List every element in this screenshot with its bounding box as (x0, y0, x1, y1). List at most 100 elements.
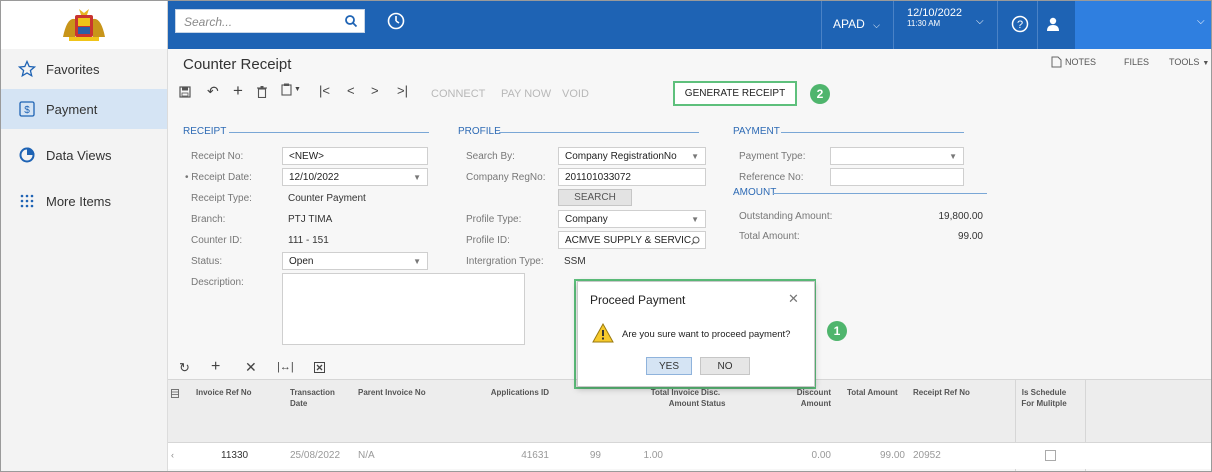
column-header[interactable]: Total Invoice Amount (631, 387, 699, 409)
app-window: Search... APAD ⌵ 12/10/2022 11:30 AM ⌵ ?… (0, 0, 1212, 472)
status-label: Status: (191, 256, 223, 267)
no-button[interactable]: NO (700, 357, 750, 375)
reference-no-field[interactable] (830, 168, 964, 186)
branch-label: Branch: (191, 214, 226, 225)
delete-row-icon[interactable]: ✕ (245, 359, 257, 376)
receipt-ref-cell[interactable]: 20952 (913, 450, 941, 461)
generate-receipt-button[interactable]: GENERATE RECEIPT (673, 81, 797, 106)
pay-now-button[interactable]: PAY NOW (501, 88, 551, 100)
column-header[interactable]: Is Schedule For Mulitple (1019, 387, 1069, 409)
payment-icon: $ (18, 100, 36, 118)
row-indicator-icon: ‹ (171, 450, 174, 460)
outstanding-amount-value: 19,800.00 (938, 211, 984, 222)
company-regno-field[interactable]: 201101033072 (558, 168, 706, 186)
parent-invoice-cell[interactable]: N/A (358, 450, 375, 461)
unit-cell[interactable]: 99 (581, 450, 601, 461)
sidebar-item-favorites[interactable]: Favorites (1, 49, 167, 89)
pie-chart-icon (18, 146, 36, 164)
previous-record-icon[interactable]: < (347, 83, 355, 98)
applications-id-cell[interactable]: 41631 (519, 450, 549, 461)
column-header[interactable]: Total Amount (847, 387, 898, 398)
column-header[interactable]: Discount Amount (787, 387, 831, 409)
column-header[interactable]: Receipt Ref No (913, 387, 970, 398)
company-regno-label: Company RegNo: (466, 172, 546, 183)
column-header[interactable]: Parent Invoice No (358, 387, 426, 398)
save-icon[interactable] (179, 86, 191, 98)
discount-amount-cell[interactable]: 0.00 (806, 450, 831, 461)
total-invoice-amount-cell[interactable]: 1.00 (637, 450, 663, 461)
chevron-down-icon[interactable]: ⌵ (1197, 16, 1205, 27)
column-header[interactable]: Applications ID (479, 387, 549, 398)
search-input[interactable]: Search... (175, 9, 365, 33)
sidebar-item-payment[interactable]: $ Payment (1, 89, 167, 129)
tools-menu[interactable]: TOOLS ▼ (1169, 57, 1209, 67)
add-row-icon[interactable]: + (211, 358, 220, 376)
search-placeholder: Search... (184, 15, 233, 29)
receipt-no-label: Receipt No: (191, 151, 244, 162)
receipt-type-label: Receipt Type: (191, 193, 252, 204)
search-by-label: Search By: (466, 151, 515, 162)
help-icon[interactable]: ? (1011, 15, 1029, 33)
refresh-icon[interactable]: ↻ (179, 360, 190, 376)
last-record-icon[interactable]: >| (397, 83, 408, 98)
fit-columns-icon[interactable]: |↔| (277, 361, 294, 373)
undo-icon[interactable]: ↶ (207, 83, 219, 100)
sidebar-item-label: Favorites (46, 61, 100, 77)
connect-button[interactable]: CONNECT (431, 88, 485, 100)
copy-paste-menu[interactable]: ▼ (281, 83, 301, 96)
company-selector[interactable]: APAD ⌵ (833, 17, 880, 31)
first-record-icon[interactable]: |< (319, 83, 330, 98)
counter-id-value: 111 - 151 (288, 235, 329, 246)
notes-label: NOTES (1065, 57, 1097, 67)
files-link[interactable]: FILES (1124, 57, 1149, 67)
caret-down-icon: ▼ (949, 152, 957, 161)
integration-type-value: SSM (564, 256, 586, 267)
column-header[interactable]: Invoice Ref No (196, 387, 252, 398)
notes-link[interactable]: NOTES (1051, 56, 1096, 68)
date-selector[interactable]: 12/10/2022 11:30 AM (907, 7, 962, 28)
svg-text:$: $ (24, 105, 30, 116)
transaction-date-cell[interactable]: 25/08/2022 (290, 450, 340, 461)
chevron-down-icon[interactable]: ⌵ (976, 16, 984, 27)
receipt-type-value: Counter Payment (288, 193, 366, 204)
dialog-close-icon[interactable]: ✕ (788, 291, 799, 307)
status-field[interactable]: Open ▼ (282, 252, 428, 270)
total-amount-cell[interactable]: 99.00 (871, 450, 905, 461)
column-header[interactable]: Transaction Date (290, 387, 344, 409)
yes-button[interactable]: YES (646, 357, 692, 375)
lookup-search-icon[interactable] (691, 236, 700, 245)
business-time: 11:30 AM (907, 19, 941, 28)
search-by-field[interactable]: Company RegistrationNo ▼ (558, 147, 706, 165)
profile-id-field[interactable]: ACMVE SUPPLY & SERVIC (558, 231, 706, 249)
search-button[interactable]: SEARCH (558, 189, 632, 206)
user-icon[interactable] (1045, 16, 1061, 32)
counter-id-label: Counter ID: (191, 235, 243, 246)
receipt-date-field[interactable]: 12/10/2022 ▼ (282, 168, 428, 186)
schedule-checkbox[interactable] (1045, 450, 1056, 461)
profile-section-header: PROFILE (458, 126, 501, 137)
page-title: Counter Receipt (183, 56, 292, 73)
void-button[interactable]: VOID (562, 88, 589, 100)
invoice-ref-cell[interactable]: 11330 (221, 450, 248, 461)
step-badge: 1 (827, 321, 847, 341)
receipt-section-header: RECEIPT (183, 126, 227, 137)
profile-type-field[interactable]: Company ▼ (558, 210, 706, 228)
sidebar-item-more-items[interactable]: More Items (1, 181, 167, 221)
warning-icon (592, 323, 614, 343)
next-record-icon[interactable]: > (371, 83, 379, 98)
sidebar-item-data-views[interactable]: Data Views (1, 135, 167, 175)
section-divider (499, 132, 699, 133)
business-date: 12/10/2022 (907, 7, 963, 19)
description-textarea[interactable] (282, 273, 525, 345)
column-header[interactable]: Disc. Status (701, 387, 735, 409)
receipt-no-field[interactable]: <NEW> (282, 147, 428, 165)
payment-type-field[interactable]: ▼ (830, 147, 964, 165)
user-menu-button[interactable] (1075, 1, 1211, 49)
history-clock-icon[interactable] (385, 10, 407, 32)
export-excel-icon[interactable] (314, 362, 325, 373)
grid-settings-icon[interactable] (171, 389, 179, 398)
add-icon[interactable]: + (233, 81, 243, 101)
search-icon[interactable] (344, 14, 358, 28)
trash-icon[interactable] (257, 86, 267, 98)
divider (1037, 1, 1038, 49)
